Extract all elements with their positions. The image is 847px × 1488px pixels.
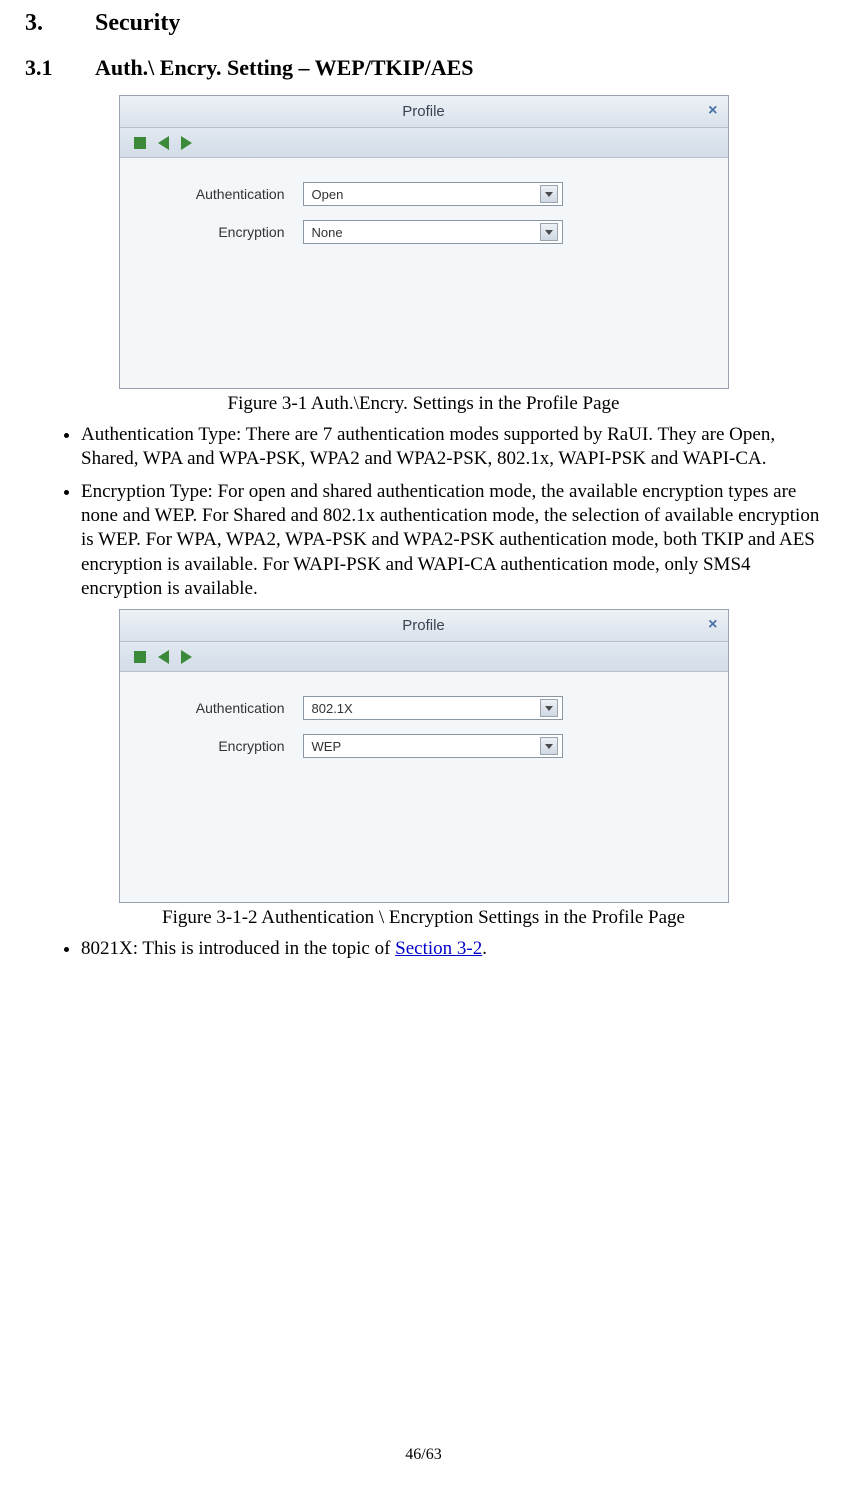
- figure-1: Profile × Authentication Open Encryption…: [25, 95, 822, 389]
- stop-icon[interactable]: [134, 137, 146, 149]
- panel-titlebar: Profile ×: [120, 610, 728, 642]
- chevron-down-icon: [545, 744, 553, 749]
- encryption-value: WEP: [312, 739, 342, 754]
- panel-titlebar: Profile ×: [120, 96, 728, 128]
- encryption-dropdown[interactable]: WEP: [303, 734, 563, 758]
- encryption-row: Encryption None: [148, 220, 700, 244]
- encryption-dropdown[interactable]: None: [303, 220, 563, 244]
- forward-arrow-icon[interactable]: [181, 136, 192, 150]
- profile-panel-2: Profile × Authentication 802.1X Encrypti…: [119, 609, 729, 903]
- panel-body: Authentication 802.1X Encryption WEP: [120, 672, 728, 902]
- bullet-8021x-suffix: .: [482, 938, 487, 959]
- profile-panel-1: Profile × Authentication Open Encryption…: [119, 95, 729, 389]
- close-icon[interactable]: ×: [708, 616, 717, 634]
- panel-toolbar: [120, 642, 728, 672]
- section-title: Security: [95, 10, 180, 36]
- subsection-heading: 3.1Auth.\ Encry. Setting – WEP/TKIP/AES: [25, 55, 822, 81]
- subsection-title: Auth.\ Encry. Setting – WEP/TKIP/AES: [95, 55, 474, 80]
- back-arrow-icon[interactable]: [158, 650, 169, 664]
- authentication-dropdown[interactable]: Open: [303, 182, 563, 206]
- stop-icon[interactable]: [134, 651, 146, 663]
- forward-arrow-icon[interactable]: [181, 650, 192, 664]
- page-number: 46/63: [0, 1446, 847, 1464]
- chevron-down-icon: [545, 706, 553, 711]
- panel-toolbar: [120, 128, 728, 158]
- authentication-label: Authentication: [148, 186, 303, 202]
- bullet-list-2: 8021X: This is introduced in the topic o…: [25, 937, 822, 961]
- figure-2-caption: Figure 3-1-2 Authentication \ Encryption…: [25, 907, 822, 929]
- encryption-label: Encryption: [148, 738, 303, 754]
- chevron-down-icon: [545, 230, 553, 235]
- section-3-2-link[interactable]: Section 3-2: [395, 938, 482, 959]
- authentication-value: 802.1X: [312, 701, 353, 716]
- close-icon[interactable]: ×: [708, 102, 717, 120]
- dropdown-button[interactable]: [540, 737, 558, 755]
- bullet-encryption-type: Encryption Type: For open and shared aut…: [81, 480, 822, 602]
- figure-2: Profile × Authentication 802.1X Encrypti…: [25, 609, 822, 903]
- panel-title: Profile: [402, 103, 445, 120]
- panel-title: Profile: [402, 617, 445, 634]
- bullet-8021x: 8021X: This is introduced in the topic o…: [81, 937, 822, 961]
- dropdown-button[interactable]: [540, 699, 558, 717]
- panel-body: Authentication Open Encryption None: [120, 158, 728, 388]
- authentication-label: Authentication: [148, 700, 303, 716]
- section-heading: 3.Security: [25, 10, 822, 37]
- authentication-row: Authentication Open: [148, 182, 700, 206]
- encryption-value: None: [312, 225, 343, 240]
- bullet-authentication-type: Authentication Type: There are 7 authent…: [81, 423, 822, 472]
- dropdown-button[interactable]: [540, 223, 558, 241]
- dropdown-button[interactable]: [540, 185, 558, 203]
- section-number: 3.: [25, 10, 95, 37]
- encryption-label: Encryption: [148, 224, 303, 240]
- authentication-row: Authentication 802.1X: [148, 696, 700, 720]
- authentication-dropdown[interactable]: 802.1X: [303, 696, 563, 720]
- bullet-list-1: Authentication Type: There are 7 authent…: [25, 423, 822, 601]
- subsection-number: 3.1: [25, 55, 95, 81]
- encryption-row: Encryption WEP: [148, 734, 700, 758]
- chevron-down-icon: [545, 192, 553, 197]
- authentication-value: Open: [312, 187, 344, 202]
- back-arrow-icon[interactable]: [158, 136, 169, 150]
- bullet-8021x-text: 8021X: This is introduced in the topic o…: [81, 938, 395, 959]
- figure-1-caption: Figure 3-1 Auth.\Encry. Settings in the …: [25, 393, 822, 415]
